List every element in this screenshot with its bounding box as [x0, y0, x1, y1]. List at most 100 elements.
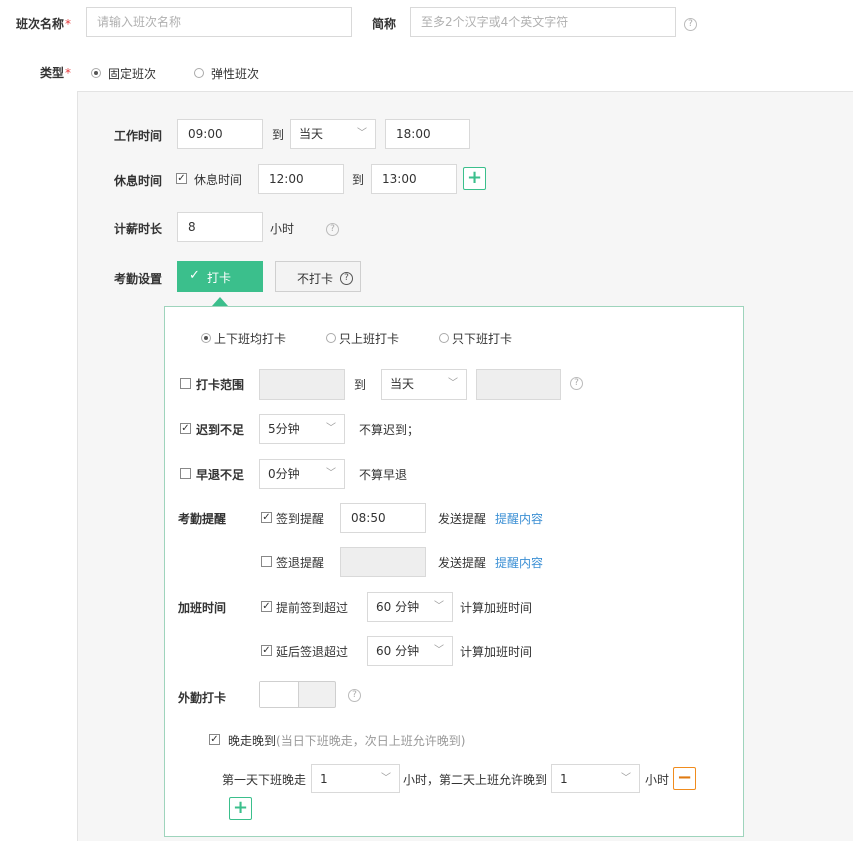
late-sign-label: 延后签退超过	[276, 645, 349, 659]
late-checkbox[interactable]: ✓	[180, 423, 191, 434]
to-text: 到	[354, 378, 367, 392]
punch-off-label: 不打卡	[297, 272, 334, 286]
signin-remind-checkbox[interactable]: ✓	[261, 512, 272, 523]
mode-out-radio[interactable]	[439, 333, 449, 343]
check-icon: ✓	[189, 268, 200, 283]
plus-icon: +	[232, 797, 249, 818]
calc-overtime-text: 计算加班时间	[460, 601, 533, 615]
to-text: 到	[272, 128, 285, 142]
shift-name-input[interactable]: 请输入班次名称	[86, 7, 352, 37]
attendance-label: 考勤设置	[114, 272, 163, 286]
early-select[interactable]: 0分钟 ﹀	[259, 459, 345, 489]
name-label: 班次名称*	[16, 17, 72, 31]
early-sign-select[interactable]: 60 分钟 ﹀	[367, 592, 453, 622]
signin-remind-label: 签到提醒	[276, 512, 325, 526]
chevron-down-icon: ﹀	[434, 645, 444, 656]
plus-icon: +	[466, 167, 483, 188]
help-icon[interactable]: ?	[570, 377, 583, 390]
late-night-checkbox[interactable]: ✓	[209, 734, 220, 745]
mode-in-radio[interactable]	[326, 333, 336, 343]
range-day-select[interactable]: 当天 ﹀	[381, 369, 467, 400]
to-text: 到	[352, 173, 365, 187]
short-name-label: 简称	[372, 17, 397, 31]
early-checkbox[interactable]	[180, 468, 191, 479]
select-value: 60 分钟	[376, 600, 420, 614]
late-sign-select[interactable]: 60 分钟 ﹀	[367, 636, 453, 666]
type-label: 类型*	[40, 66, 72, 80]
type-flexible-radio[interactable]	[194, 68, 204, 78]
type-flexible-label[interactable]: 弹性班次	[211, 65, 259, 82]
toggle-knob	[260, 682, 299, 707]
help-icon[interactable]: ?	[340, 272, 353, 285]
day2-select[interactable]: 1 ﹀	[551, 764, 640, 793]
send-remind-text: 发送提醒	[438, 512, 487, 526]
work-day-select[interactable]: 当天 ﹀	[290, 119, 376, 149]
add-rest-button[interactable]: +	[463, 167, 486, 190]
rest-start-input[interactable]: 12:00	[258, 164, 344, 194]
add-late-night-button[interactable]: +	[229, 797, 252, 820]
chevron-down-icon: ﹀	[621, 773, 631, 784]
signin-time-input[interactable]: 08:50	[340, 503, 426, 533]
pay-hours-input[interactable]: 8	[177, 212, 263, 242]
select-value: 1	[560, 772, 568, 786]
type-fixed-label[interactable]: 固定班次	[108, 65, 156, 82]
early-label: 早退不足	[196, 468, 245, 482]
range-label: 打卡范围	[196, 378, 245, 392]
chevron-down-icon: ﹀	[326, 423, 336, 434]
outwork-toggle[interactable]	[259, 681, 336, 708]
late-night-hint: (当日下班晚走，次日上班允许晚到)	[276, 734, 466, 748]
signout-remind-label: 签退提醒	[276, 556, 325, 570]
signout-remind-checkbox[interactable]	[261, 556, 272, 567]
late-suffix: 不算迟到；	[359, 423, 420, 437]
short-name-input[interactable]: 至多2个汉字或4个英文字符	[410, 7, 676, 37]
punch-off-button[interactable]: 不打卡 ?	[275, 261, 361, 292]
select-value: 0分钟	[268, 467, 300, 481]
chevron-down-icon: ﹀	[381, 773, 391, 784]
remind-label: 考勤提醒	[178, 512, 227, 526]
range-start-input[interactable]	[259, 369, 345, 400]
range-end-input[interactable]	[476, 369, 561, 400]
pay-hours-label: 计薪时长	[114, 222, 163, 236]
send-remind-text: 发送提醒	[438, 556, 487, 570]
early-sign-checkbox[interactable]: ✓	[261, 601, 272, 612]
late-sign-checkbox[interactable]: ✓	[261, 645, 272, 656]
select-value: 当天	[390, 377, 415, 391]
mode-in-label[interactable]: 只上班打卡	[339, 330, 399, 347]
remove-late-night-button[interactable]: −	[673, 767, 696, 790]
calc-overtime-text: 计算加班时间	[460, 645, 533, 659]
chevron-down-icon: ﹀	[448, 378, 458, 389]
rest-end-input[interactable]: 13:00	[371, 164, 457, 194]
rest-time-label: 休息时间	[114, 174, 163, 188]
required-mark: *	[65, 17, 72, 31]
signin-remind-content-link[interactable]: 提醒内容	[495, 510, 543, 527]
signout-time-input[interactable]	[340, 547, 426, 577]
day1-label: 第一天下班晚走	[222, 773, 307, 787]
rest-checkbox-label: 休息时间	[194, 173, 243, 187]
mode-out-label[interactable]: 只下班打卡	[452, 330, 512, 347]
select-value: 5分钟	[268, 422, 300, 436]
overtime-label: 加班时间	[178, 601, 227, 615]
punch-on-button[interactable]: ✓ 打卡	[177, 261, 263, 292]
help-icon[interactable]: ?	[684, 18, 697, 31]
mode-both-radio[interactable]	[201, 333, 211, 343]
signout-remind-content-link[interactable]: 提醒内容	[495, 554, 543, 571]
required-mark: *	[65, 66, 72, 80]
help-icon[interactable]: ?	[326, 223, 339, 236]
range-checkbox[interactable]	[180, 378, 191, 389]
day1-select[interactable]: 1 ﹀	[311, 764, 400, 793]
hour-unit: 小时	[270, 222, 295, 236]
chevron-down-icon: ﹀	[326, 468, 336, 479]
select-value: 1	[320, 772, 328, 786]
selected-tab-pointer	[212, 297, 228, 306]
work-end-input[interactable]: 18:00	[385, 119, 470, 149]
help-icon[interactable]: ?	[348, 689, 361, 702]
outwork-label: 外勤打卡	[178, 691, 227, 705]
work-start-input[interactable]: 09:00	[177, 119, 263, 149]
type-fixed-radio[interactable]	[91, 68, 101, 78]
hour-unit: 小时	[645, 773, 670, 787]
minus-icon: −	[676, 767, 693, 788]
late-select[interactable]: 5分钟 ﹀	[259, 414, 345, 444]
chevron-down-icon: ﹀	[434, 601, 444, 612]
mode-both-label[interactable]: 上下班均打卡	[214, 330, 286, 347]
rest-checkbox[interactable]: ✓	[176, 173, 187, 184]
